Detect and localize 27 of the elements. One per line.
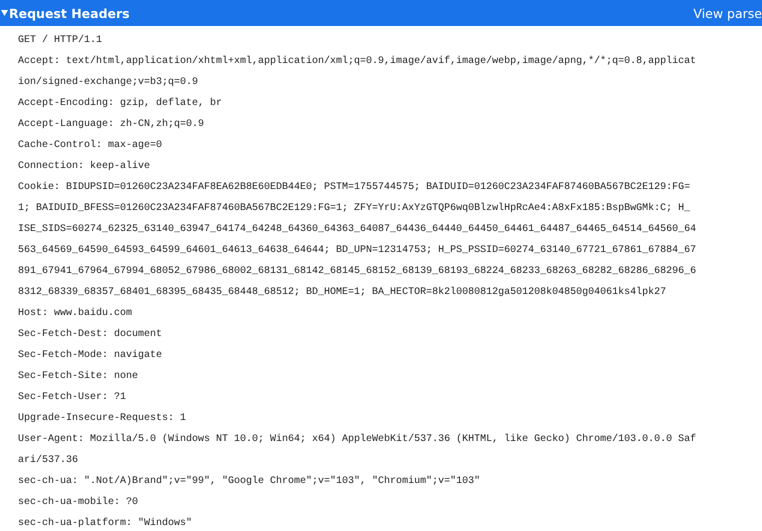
view-parsed-link[interactable]: View parse [693, 6, 762, 20]
section-title-toggle[interactable]: Request Headers [0, 6, 130, 20]
header-line: Cookie: BIDUPSID=01260C23A234FAF8EA62B8E60EDB44E0; PSTM=1755744575; BAIDUID=01260C23A234FAF87460BA567BC2E129:FG= [18, 180, 690, 195]
header-line: 563_64569_64590_64593_64599_64601_64613_64638_64644; BD_UPN=12314753; H_PS_PSSID=60274_63140_67721_67861_67884_67 [18, 244, 696, 258]
header-line: Host: www.baidu.com [18, 306, 132, 321]
header-line: User-Agent: Mozilla/5.0 (Windows NT 10.0; Win64; x64) AppleWebKit/537.36 (KHTML, like Gecko) Chrome/103.0.0.0 Saf [18, 432, 696, 447]
header-line: Cache-Control: max-age=0 [18, 138, 162, 153]
header-line: 891_67941_67964_67994_68052_67986_68002_68131_68142_68145_68152_68139_68193_68224_68233_68263_68282_68286_68296_6 [18, 265, 696, 279]
header-line: Connection: keep-alive [18, 160, 150, 174]
header-line: GET / HTTP/1.1 [18, 34, 102, 48]
header-line: ion/signed-exchange;v=b3;q=0.9 [18, 76, 198, 90]
caret-icon [1, 10, 8, 16]
header-line: 1; BAIDUID_BFESS=01260C23A234FAF87460BA567BC2E129:FG=1; ZFY=YrU:AxYzGTQP6wq0BlzwlHpRcAe4:A8xFx185:BspBwGMk:C; H_ [18, 202, 690, 216]
header-line: ISE_SIDS=60274_62325_63140_63947_64174_64248_64360_64363_64087_64436_64440_64450_64461_64487_64465_64514_64560_64 [18, 223, 696, 237]
header-line: 8312_68339_68357_68401_68395_68435_68448_68512; BD_HOME=1; BA_HECTOR=8k2l0080812ga501208k04850g04061ks4lpk27 [18, 286, 666, 300]
header-line: Upgrade-Insecure-Requests: 1 [18, 412, 186, 426]
header-line: sec-ch-ua: ".Not/A)Brand";v="99", "Google Chrome";v="103", "Chromium";v="103" [18, 474, 480, 489]
header-line: ari/537.36 [18, 454, 78, 468]
header-line: Accept: text/html,application/xhtml+xml,application/xml;q=0.9,image/avif,image/webp,image/apng,*/*;q=0.8,applicat [18, 54, 696, 69]
header-line: Accept-Encoding: gzip, deflate, br [18, 96, 222, 111]
header-line: Sec-Fetch-User: ?1 [18, 390, 126, 405]
header-line: Sec-Fetch-Dest: document [18, 328, 162, 342]
header-line: sec-ch-ua-platform: "Windows" [18, 516, 192, 531]
header-line: sec-ch-ua-mobile: ?0 [18, 496, 138, 510]
header-line: Sec-Fetch-Mode: navigate [18, 348, 162, 363]
header-line: Accept-Language: zh-CN,zh;q=0.9 [18, 118, 204, 132]
header-line: Sec-Fetch-Site: none [18, 370, 138, 384]
